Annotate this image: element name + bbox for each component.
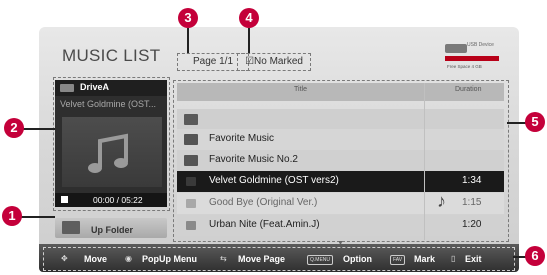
callout-2: 2 bbox=[4, 118, 24, 138]
qmenu-key-icon: Q.MENU bbox=[307, 255, 333, 265]
move-hint: Move bbox=[84, 254, 108, 264]
list-item[interactable]: Favorite Music bbox=[177, 129, 504, 150]
exit-hint: Exit bbox=[465, 254, 482, 264]
list-item-up[interactable] bbox=[177, 109, 504, 130]
item-title: Good Bye (Original Ver.) bbox=[209, 197, 318, 208]
fav-key-icon: FAV bbox=[390, 255, 406, 265]
scroll-up-indicator[interactable] bbox=[177, 103, 504, 108]
page-title: MUSIC LIST bbox=[62, 46, 161, 65]
list-item[interactable]: Good Bye (Original Ver.) ♪ 1:15 bbox=[177, 191, 504, 214]
item-title: Urban Nite (Feat.Amin.J) bbox=[209, 219, 320, 230]
page-key-icon: ⇆ bbox=[220, 254, 227, 263]
free-space-label: Free Space 4 GB bbox=[447, 64, 482, 69]
item-duration: 1:34 bbox=[462, 175, 482, 186]
callout-leader bbox=[20, 216, 55, 218]
usb-capacity-bar bbox=[445, 56, 499, 61]
preview-outline bbox=[53, 77, 170, 211]
item-title: Favorite Music bbox=[209, 133, 275, 144]
exit-key-icon: ▯ bbox=[451, 254, 456, 263]
callout-leader bbox=[187, 28, 189, 53]
folder-icon bbox=[184, 155, 198, 166]
callout-5: 5 bbox=[525, 112, 545, 132]
navigation-arrows-icon: ✥ bbox=[61, 254, 68, 263]
checkbox-icon: ☑ bbox=[245, 56, 255, 67]
folder-icon bbox=[184, 134, 198, 145]
marked-indicator: ☑No Marked bbox=[237, 53, 311, 71]
ok-button-icon: ◉ bbox=[125, 254, 132, 263]
music-file-icon bbox=[186, 177, 196, 186]
move-page-hint: Move Page bbox=[238, 254, 286, 264]
music-file-icon bbox=[186, 199, 196, 208]
callout-1: 1 bbox=[2, 206, 22, 226]
callout-4: 4 bbox=[239, 8, 259, 28]
callout-leader bbox=[507, 122, 527, 124]
popup-menu-hint: PopUp Menu bbox=[142, 254, 197, 264]
list-item[interactable]: Urban Nite (Feat.Amin.J) 1:20 bbox=[177, 215, 504, 236]
list-item[interactable]: Favorite Music No.2 bbox=[177, 150, 504, 171]
up-folder-icon bbox=[62, 221, 80, 234]
callout-leader bbox=[248, 28, 250, 53]
callout-3: 3 bbox=[178, 8, 198, 28]
column-header-duration: Duration bbox=[455, 86, 482, 93]
item-duration: 1:20 bbox=[462, 219, 482, 230]
item-duration: 1:15 bbox=[462, 197, 482, 208]
up-folder-label: Up Folder bbox=[91, 225, 133, 235]
option-hint: Option bbox=[343, 254, 372, 264]
list-item-selected[interactable]: Velvet Goldmine (OST vers2) 1:34 bbox=[177, 171, 504, 192]
up-arrow-folder-icon bbox=[184, 114, 198, 125]
marked-label: No Marked bbox=[254, 56, 303, 67]
now-playing-note-icon: ♪ bbox=[437, 191, 446, 211]
usb-device-label: USB Device bbox=[467, 42, 494, 48]
music-file-icon bbox=[186, 221, 196, 230]
callout-leader bbox=[22, 128, 55, 130]
usb-icon bbox=[445, 44, 467, 53]
mark-hint: Mark bbox=[414, 254, 436, 264]
column-divider bbox=[424, 83, 425, 240]
usb-info: USB Device Free Space 4 GB bbox=[445, 42, 501, 74]
item-title: Velvet Goldmine (OST vers2) bbox=[209, 175, 339, 186]
item-title: Favorite Music No.2 bbox=[209, 154, 298, 165]
callout-6: 6 bbox=[525, 246, 545, 266]
column-header-title: Title bbox=[294, 86, 307, 93]
